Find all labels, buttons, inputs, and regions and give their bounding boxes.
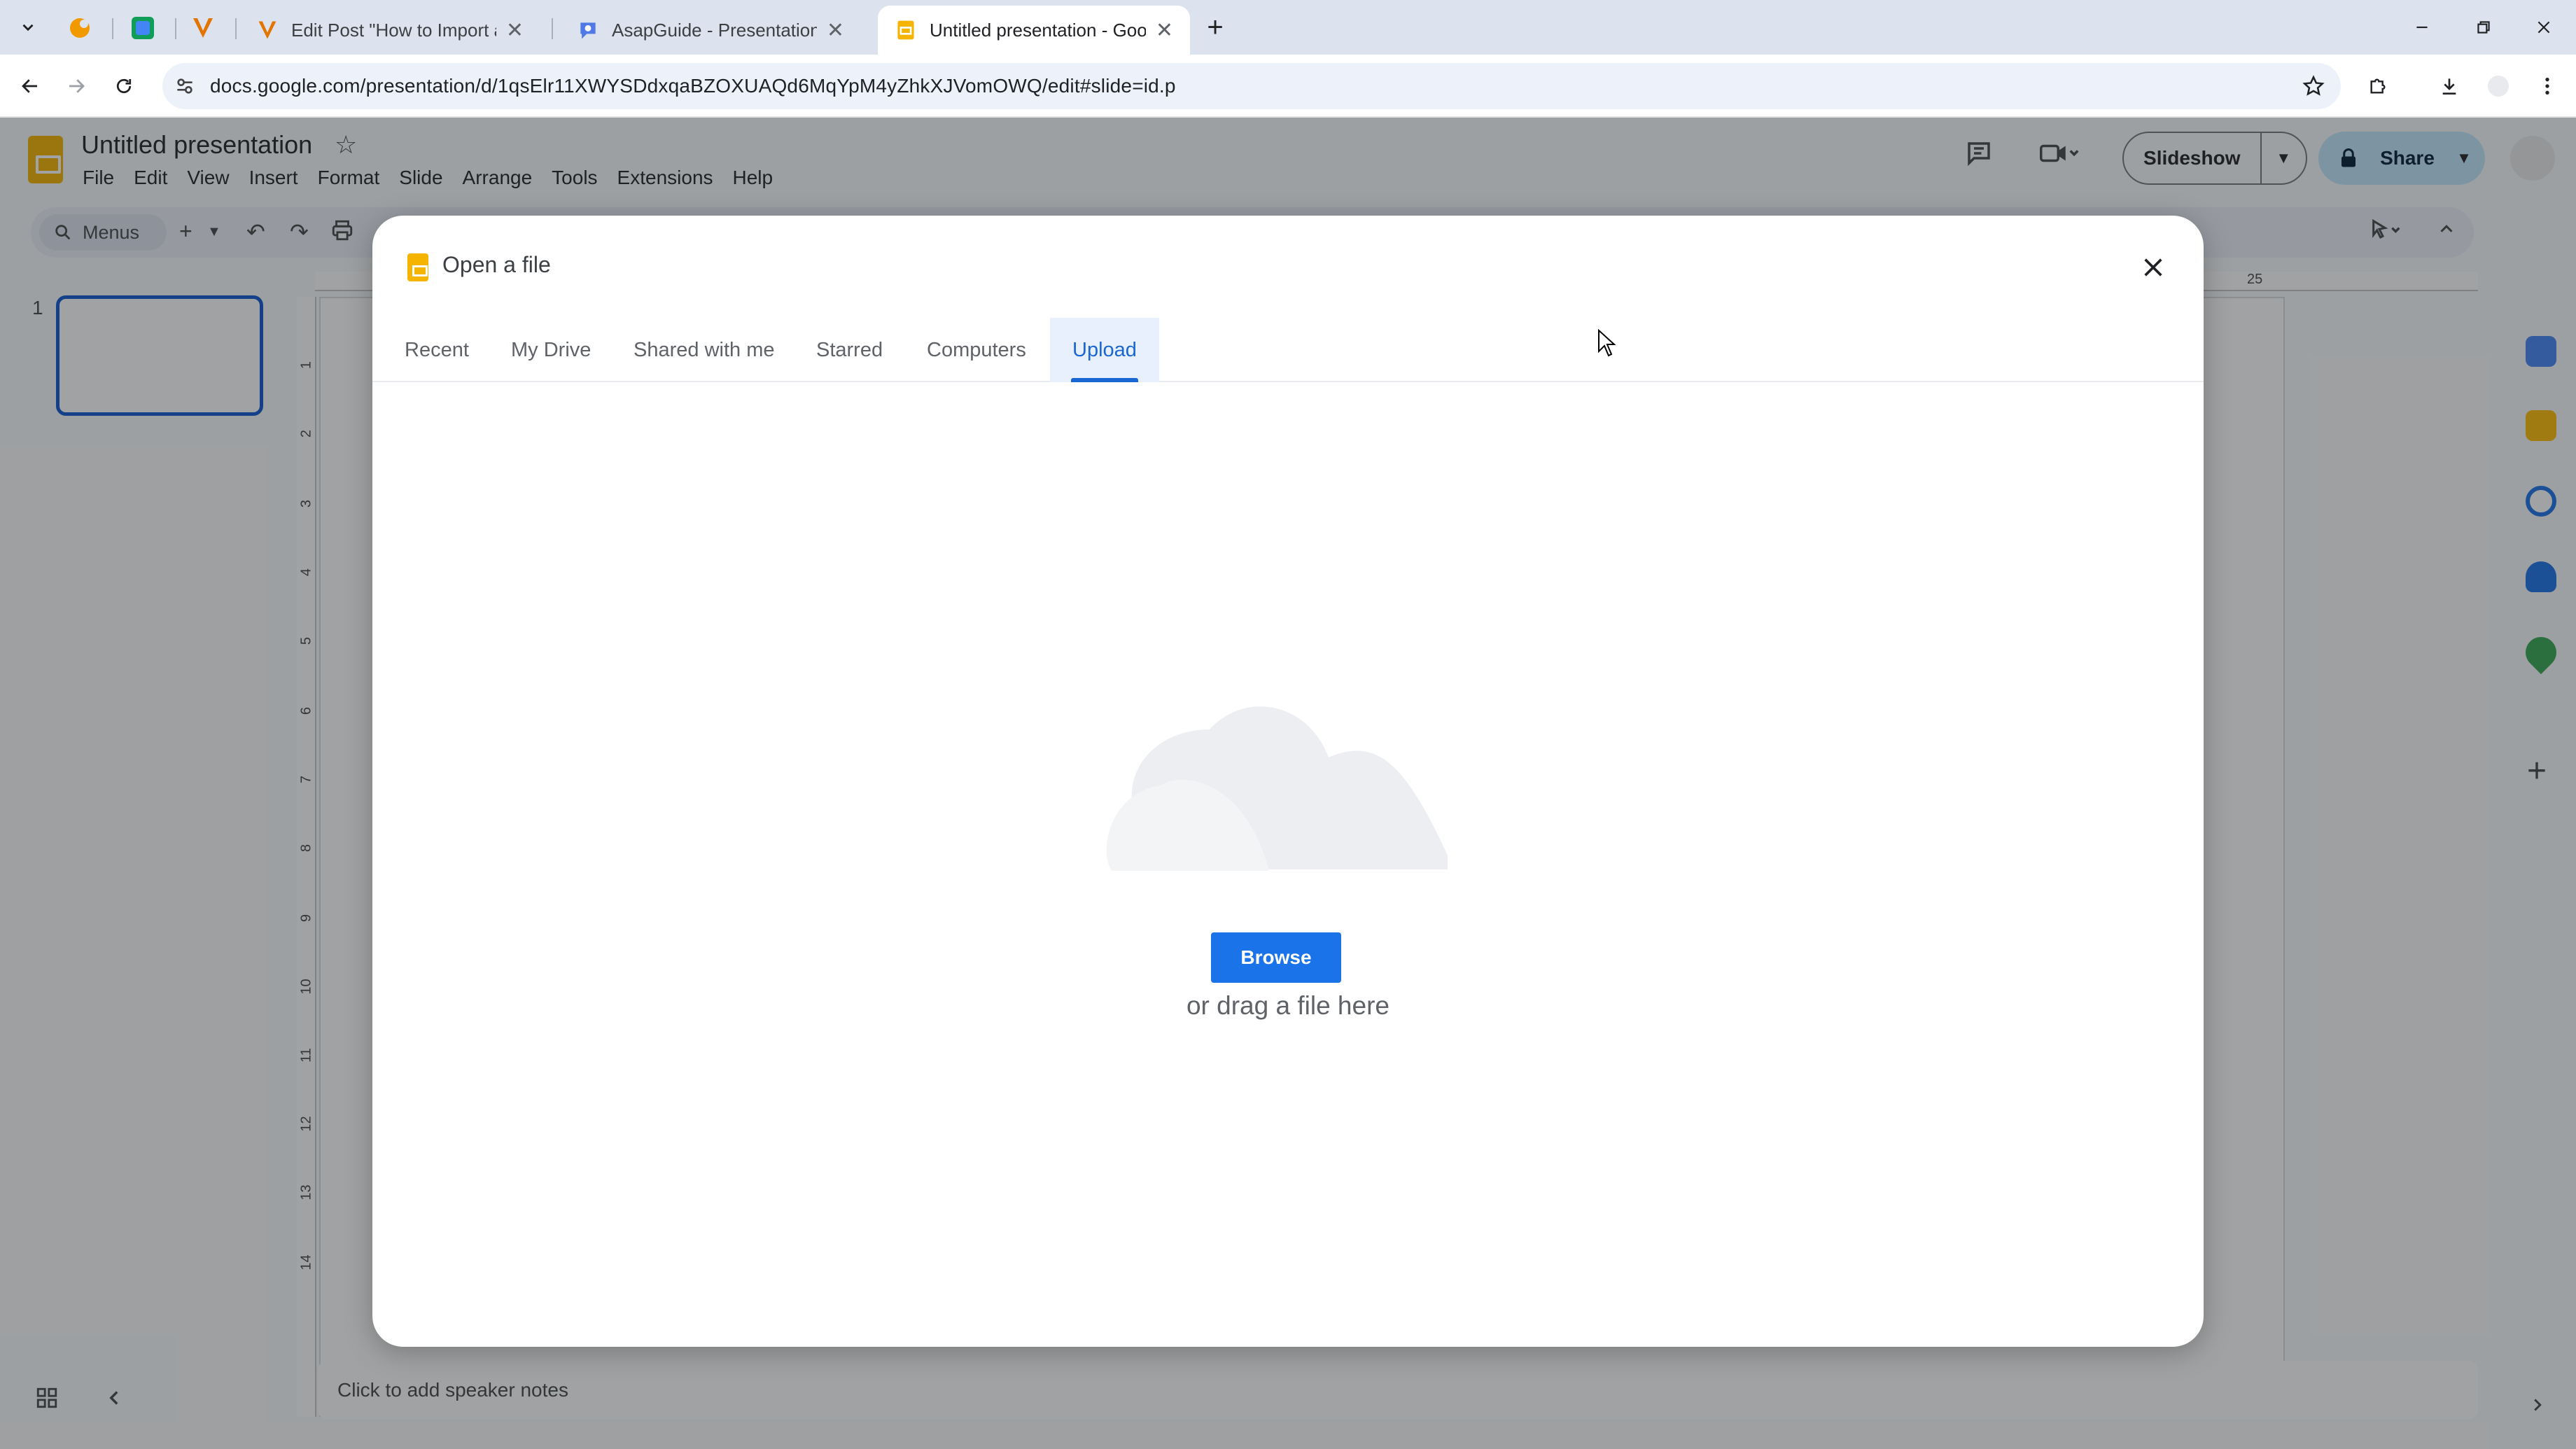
close-dialog-icon[interactable]	[2132, 246, 2174, 288]
asapguide-favicon-icon	[580, 22, 596, 39]
close-tab-icon[interactable]: ✕	[506, 18, 524, 43]
reload-icon[interactable]	[106, 69, 141, 104]
tab-favicon-v-icon[interactable]	[190, 15, 216, 41]
tab-computers[interactable]: Computers	[927, 318, 1026, 382]
tab-upload[interactable]: Upload	[1050, 318, 1159, 382]
slides-favicon-icon	[897, 20, 914, 40]
restore-window-icon[interactable]	[2463, 10, 2505, 45]
browser-address-bar: docs.google.com/presentation/d/1qsElr11X…	[0, 55, 2576, 118]
drag-file-hint: or drag a file here	[1186, 991, 1390, 1020]
tab-favicon-canva-icon[interactable]	[130, 15, 155, 41]
tab-favicon-extension-icon[interactable]	[67, 15, 92, 41]
minimize-window-icon[interactable]	[2401, 10, 2443, 45]
tab-title: Untitled presentation - Google	[930, 19, 1146, 41]
tab-untitled-presentation[interactable]: Untitled presentation - Google ✕	[878, 6, 1190, 55]
browser-menu-kebab-icon[interactable]	[2530, 69, 2565, 104]
tab-title: AsapGuide - Presentation	[612, 19, 817, 41]
profile-avatar[interactable]	[2481, 69, 2516, 104]
tab-my-drive[interactable]: My Drive	[511, 318, 591, 382]
tab-title: Edit Post "How to Import a Can	[291, 19, 496, 41]
url-omnibox[interactable]: docs.google.com/presentation/d/1qsElr11X…	[162, 63, 2341, 109]
site-info-icon[interactable]	[174, 75, 196, 97]
slides-file-icon	[407, 253, 428, 281]
tab-edit-post[interactable]: Edit Post "How to Import a Can ✕	[239, 6, 540, 55]
download-icon[interactable]	[2432, 69, 2467, 104]
forward-arrow-icon[interactable]	[59, 69, 94, 104]
tab-recent[interactable]: Recent	[405, 318, 469, 382]
close-window-icon[interactable]	[2523, 10, 2565, 45]
url-text[interactable]: docs.google.com/presentation/d/1qsElr11X…	[210, 75, 1176, 97]
upload-cloud-icon	[1106, 706, 1448, 871]
open-file-dialog: Open a file Recent My Drive Shared with …	[372, 216, 2204, 1347]
tab-asapguide[interactable]: AsapGuide - Presentation ✕	[560, 6, 861, 55]
dialog-tabs: Recent My Drive Shared with me Starred C…	[372, 318, 2204, 382]
browser-tab-bar: Edit Post "How to Import a Can ✕ AsapGui…	[0, 0, 2576, 55]
browse-button[interactable]: Browse	[1211, 932, 1341, 983]
close-tab-icon[interactable]: ✕	[827, 18, 844, 43]
mouse-cursor-icon	[1598, 329, 1616, 357]
extensions-puzzle-icon[interactable]	[2360, 69, 2395, 104]
tab-shared-with-me[interactable]: Shared with me	[634, 318, 775, 382]
dialog-title: Open a file	[442, 252, 551, 277]
close-tab-icon[interactable]: ✕	[1156, 18, 1173, 43]
v-favicon-icon	[258, 21, 276, 39]
tab-starred[interactable]: Starred	[816, 318, 883, 382]
tab-search-chevron-icon[interactable]	[7, 10, 49, 45]
back-arrow-icon[interactable]	[13, 69, 48, 104]
bookmark-star-icon[interactable]	[2302, 74, 2325, 98]
new-tab-button[interactable]: +	[1194, 10, 1236, 45]
